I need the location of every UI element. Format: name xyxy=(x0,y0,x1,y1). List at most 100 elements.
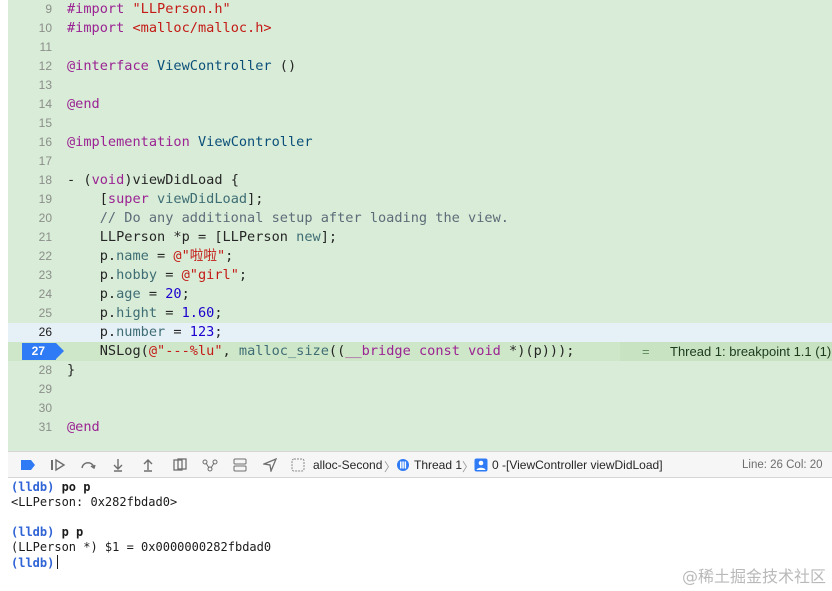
code-line[interactable]: 13 xyxy=(8,76,832,95)
code-token: ViewController xyxy=(157,58,272,74)
code-token: p. xyxy=(67,305,117,321)
cursor-position: Line: 26 Col: 20 xyxy=(742,459,823,471)
code-line[interactable]: 16 @implementation ViewController xyxy=(8,133,832,152)
annotation-separator: = xyxy=(642,344,650,359)
console-command-line: (lldb) po p xyxy=(11,480,90,495)
line-number[interactable]: 14 xyxy=(8,95,52,114)
code-line[interactable]: 19 [super viewDidLoad]; xyxy=(8,190,832,209)
step-over-icon[interactable] xyxy=(80,457,96,473)
line-number[interactable]: 10 xyxy=(8,19,52,38)
line-number[interactable]: 19 xyxy=(8,190,52,209)
code-token: p. xyxy=(67,248,117,264)
code-token: ; xyxy=(214,324,223,340)
line-number[interactable]: 28 xyxy=(8,361,52,380)
console-command-line[interactable]: (lldb) xyxy=(11,555,59,571)
code-line[interactable]: 10 #import <malloc/malloc.h> xyxy=(8,19,832,38)
step-into-icon[interactable] xyxy=(110,457,126,473)
line-number[interactable]: 13 xyxy=(8,76,52,95)
code-token: "LLPerson.h" xyxy=(132,1,231,17)
thread-breakpoint-annotation[interactable]: = Thread 1: breakpoint 1.1 (1) xyxy=(620,342,832,361)
code-line-breakpoint[interactable]: 27 NSLog(@"---%lu", malloc_size((__bridg… xyxy=(8,342,832,361)
code-line[interactable]: 18 - (void)viewDidLoad { xyxy=(8,171,832,190)
code-token: super xyxy=(107,191,149,207)
code-text: // Do any additional setup after loading… xyxy=(67,209,509,228)
line-number[interactable]: 30 xyxy=(8,399,52,418)
code-line-current[interactable]: 26 p.number = 123; xyxy=(8,323,832,342)
code-text: p.hobby = @"girl"; xyxy=(67,266,247,285)
debug-bar: alloc-Second 〉 Thread 1 〉 0 -[ViewContro… xyxy=(8,451,832,478)
code-line[interactable]: 31 @end xyxy=(8,418,832,437)
code-line[interactable]: 17 xyxy=(8,152,832,171)
memory-graph-icon[interactable] xyxy=(202,457,218,473)
code-token: @"啦啦" xyxy=(173,248,226,264)
lldb-prompt: (lldb) xyxy=(11,525,55,539)
code-token: (( xyxy=(328,343,346,359)
code-token: 20 xyxy=(165,286,182,302)
code-text: @end xyxy=(67,95,100,114)
line-number[interactable]: 26 xyxy=(8,323,52,342)
line-number[interactable]: 12 xyxy=(8,57,52,76)
code-token: ]; xyxy=(247,191,264,207)
code-token: () xyxy=(271,58,297,74)
code-line[interactable]: 25 p.hight = 1.60; xyxy=(8,304,832,323)
code-token: [ xyxy=(67,191,108,207)
code-line[interactable]: 11 xyxy=(8,38,832,57)
line-number[interactable]: 11 xyxy=(8,38,52,57)
console-output-line: (LLPerson *) $1 = 0x0000000282fbdad0 xyxy=(11,540,272,554)
line-number[interactable]: 15 xyxy=(8,114,52,133)
process-name[interactable]: alloc-Second xyxy=(313,452,382,478)
code-line[interactable]: 9 #import "LLPerson.h" xyxy=(8,0,832,19)
line-number[interactable]: 20 xyxy=(8,209,52,228)
code-token: NSLog( xyxy=(67,343,149,359)
code-token: @end xyxy=(67,96,100,112)
console-command: p p xyxy=(54,525,84,539)
line-number[interactable]: 16 xyxy=(8,133,52,152)
line-number[interactable]: 23 xyxy=(8,266,52,285)
code-line[interactable]: 20 // Do any additional setup after load… xyxy=(8,209,832,228)
code-line[interactable]: 28} xyxy=(8,361,832,380)
code-token: name xyxy=(116,248,149,264)
line-number[interactable]: 31 xyxy=(8,418,52,437)
code-line[interactable]: 21 LLPerson *p = [LLPerson new]; xyxy=(8,228,832,247)
code-token: void xyxy=(91,172,125,188)
code-line[interactable]: 24 p.age = 20; xyxy=(8,285,832,304)
step-out-icon[interactable] xyxy=(140,457,156,473)
line-number[interactable]: 9 xyxy=(8,0,52,19)
code-line[interactable]: 15 xyxy=(8,114,832,133)
breakpoints-toggle-icon[interactable] xyxy=(20,457,36,473)
code-token: __bridge xyxy=(345,343,411,359)
environment-icon[interactable] xyxy=(232,457,248,473)
code-line[interactable]: 14 @end xyxy=(8,95,832,114)
code-text: [super viewDidLoad]; xyxy=(67,190,264,209)
thread-name[interactable]: Thread 1 xyxy=(414,452,462,478)
lldb-prompt: (lldb) xyxy=(11,556,55,570)
code-token: = xyxy=(140,286,166,302)
code-line[interactable]: 29 xyxy=(8,380,832,399)
line-number[interactable]: 21 xyxy=(8,228,52,247)
code-line[interactable]: 22 p.name = @"啦啦"; xyxy=(8,247,832,266)
source-editor[interactable]: 9 #import "LLPerson.h" 10 #import <malloc/m… xyxy=(0,0,832,451)
continue-icon[interactable] xyxy=(50,457,66,473)
line-number[interactable]: 17 xyxy=(8,152,52,171)
code-token: hight xyxy=(116,305,158,321)
code-token: hobby xyxy=(116,267,158,283)
code-token: #import xyxy=(67,20,133,36)
code-line[interactable]: 23 p.hobby = @"girl"; xyxy=(8,266,832,285)
code-line[interactable]: 12 @interface ViewController () xyxy=(8,57,832,76)
code-token: @interface xyxy=(67,58,158,74)
line-number[interactable]: 24 xyxy=(8,285,52,304)
line-number[interactable]: 22 xyxy=(8,247,52,266)
code-token: @"girl" xyxy=(181,267,239,283)
breakpoint-marker-icon[interactable]: 27 xyxy=(22,343,64,360)
location-icon[interactable] xyxy=(262,457,278,473)
code-line[interactable]: 30 xyxy=(8,399,832,418)
code-text: p.age = 20; xyxy=(67,285,190,304)
stack-frame[interactable]: 0 -[ViewController viewDidLoad] xyxy=(492,452,663,478)
line-number[interactable]: 25 xyxy=(8,304,52,323)
code-token: - ( xyxy=(67,172,92,188)
gutter-edge xyxy=(0,0,8,451)
line-number[interactable]: 29 xyxy=(8,380,52,399)
line-number[interactable]: 18 xyxy=(8,171,52,190)
view-debugger-icon[interactable] xyxy=(172,457,188,473)
